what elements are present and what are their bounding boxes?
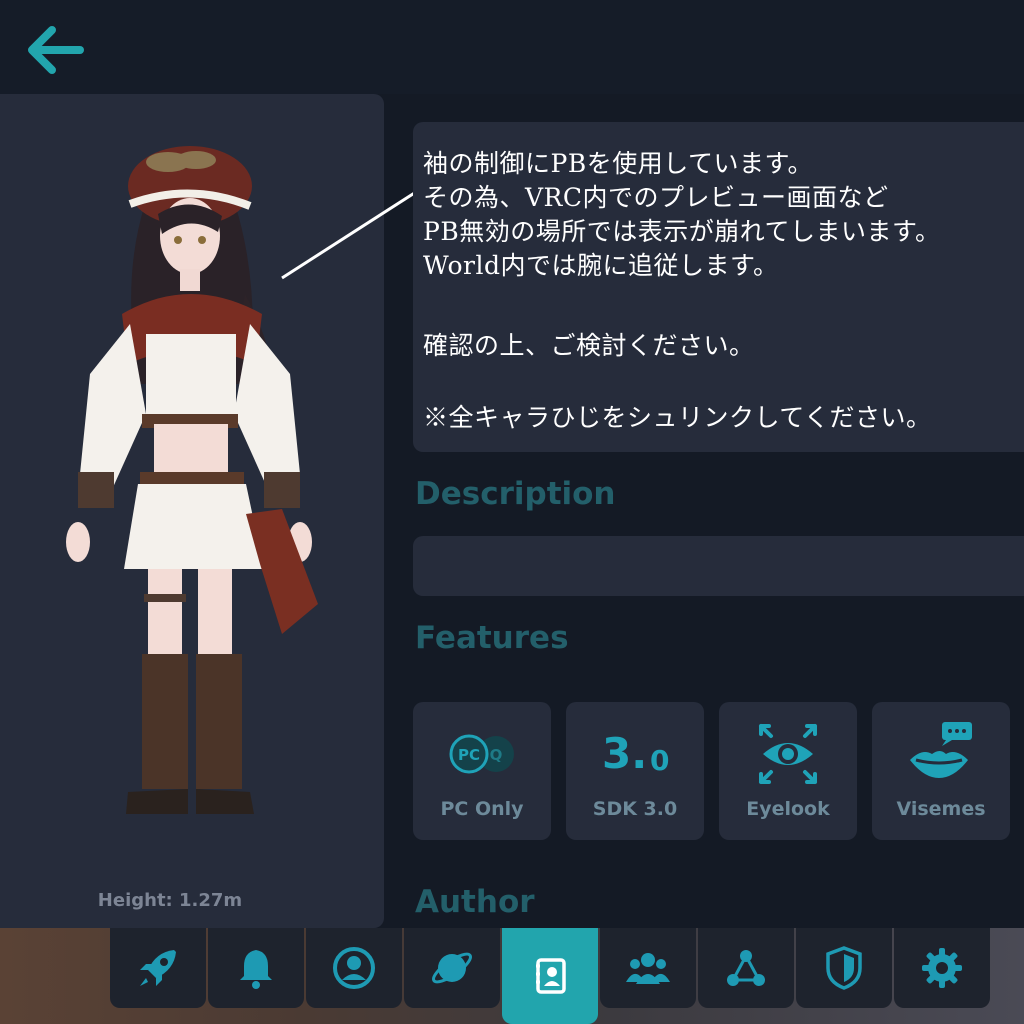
note-line: PB無効の場所では表示が崩れてしまいます。 xyxy=(423,217,941,246)
nav-item-network[interactable] xyxy=(698,928,794,1008)
nav-item-worlds[interactable] xyxy=(404,928,500,1008)
nav-item-launch[interactable] xyxy=(110,928,206,1008)
feature-card-pc-only[interactable]: Q PC PC Only xyxy=(413,702,551,840)
network-icon xyxy=(727,950,765,986)
avatar-note-box: 袖の制御にPBを使用しています。 その為、VRC内でのプレビュー画面など PB無… xyxy=(413,122,1024,452)
planet-icon xyxy=(432,952,472,984)
arrow-left-icon xyxy=(28,26,84,74)
nav-item-settings[interactable] xyxy=(894,928,990,1008)
profile-icon xyxy=(333,947,375,989)
sdk-version-icon: 3. 0 xyxy=(602,729,669,778)
feature-label: Visemes xyxy=(896,798,986,820)
avatar-book-icon xyxy=(536,958,566,994)
note-line: World内では腕に追従します。 xyxy=(423,251,779,280)
description-box xyxy=(413,536,1024,596)
author-heading: Author xyxy=(415,884,535,920)
note-line: ※全キャラひじをシュリンクしてください。 xyxy=(423,403,932,432)
pc-quest-icon: Q PC xyxy=(449,734,514,774)
gear-icon xyxy=(922,948,962,988)
badge-q-text: Q xyxy=(490,746,503,764)
feature-card-sdk[interactable]: 3. 0 SDK 3.0 xyxy=(566,702,704,840)
nav-item-safety[interactable] xyxy=(796,928,892,1008)
note-line: その為、VRC内でのプレビュー画面など xyxy=(423,183,889,212)
sdk-big-text: 3. xyxy=(602,729,647,778)
top-bar xyxy=(0,0,1024,94)
note-line: 確認の上、ご検討ください。 xyxy=(423,331,755,360)
eye-tracking-icon xyxy=(759,724,817,784)
note-line: 袖の制御にPBを使用しています。 xyxy=(423,149,813,178)
lips-speech-icon xyxy=(910,722,972,778)
rocket-icon xyxy=(140,950,176,986)
sdk-small-text: 0 xyxy=(650,744,669,777)
nav-item-avatars[interactable] xyxy=(502,928,598,1024)
nav-item-social[interactable] xyxy=(600,928,696,1008)
feature-label: Eyelook xyxy=(746,798,830,820)
avatar-height-label: Height: 1.27m xyxy=(97,890,243,911)
feature-card-visemes[interactable]: Visemes xyxy=(872,702,1010,840)
features-heading: Features xyxy=(415,620,569,656)
badge-pc-text: PC xyxy=(458,746,480,764)
bell-icon xyxy=(240,950,272,989)
nav-item-notifications[interactable] xyxy=(208,928,304,1008)
feature-card-eyelook[interactable]: Eyelook xyxy=(719,702,857,840)
feature-label: PC Only xyxy=(440,798,524,820)
nav-item-profile[interactable] xyxy=(306,928,402,1008)
description-heading: Description xyxy=(415,476,616,512)
shield-icon xyxy=(826,946,862,990)
bottom-navigation xyxy=(110,928,1024,1024)
social-group-icon xyxy=(626,953,670,984)
back-button[interactable] xyxy=(22,24,88,76)
callout-line xyxy=(281,190,417,280)
feature-label: SDK 3.0 xyxy=(592,798,678,820)
